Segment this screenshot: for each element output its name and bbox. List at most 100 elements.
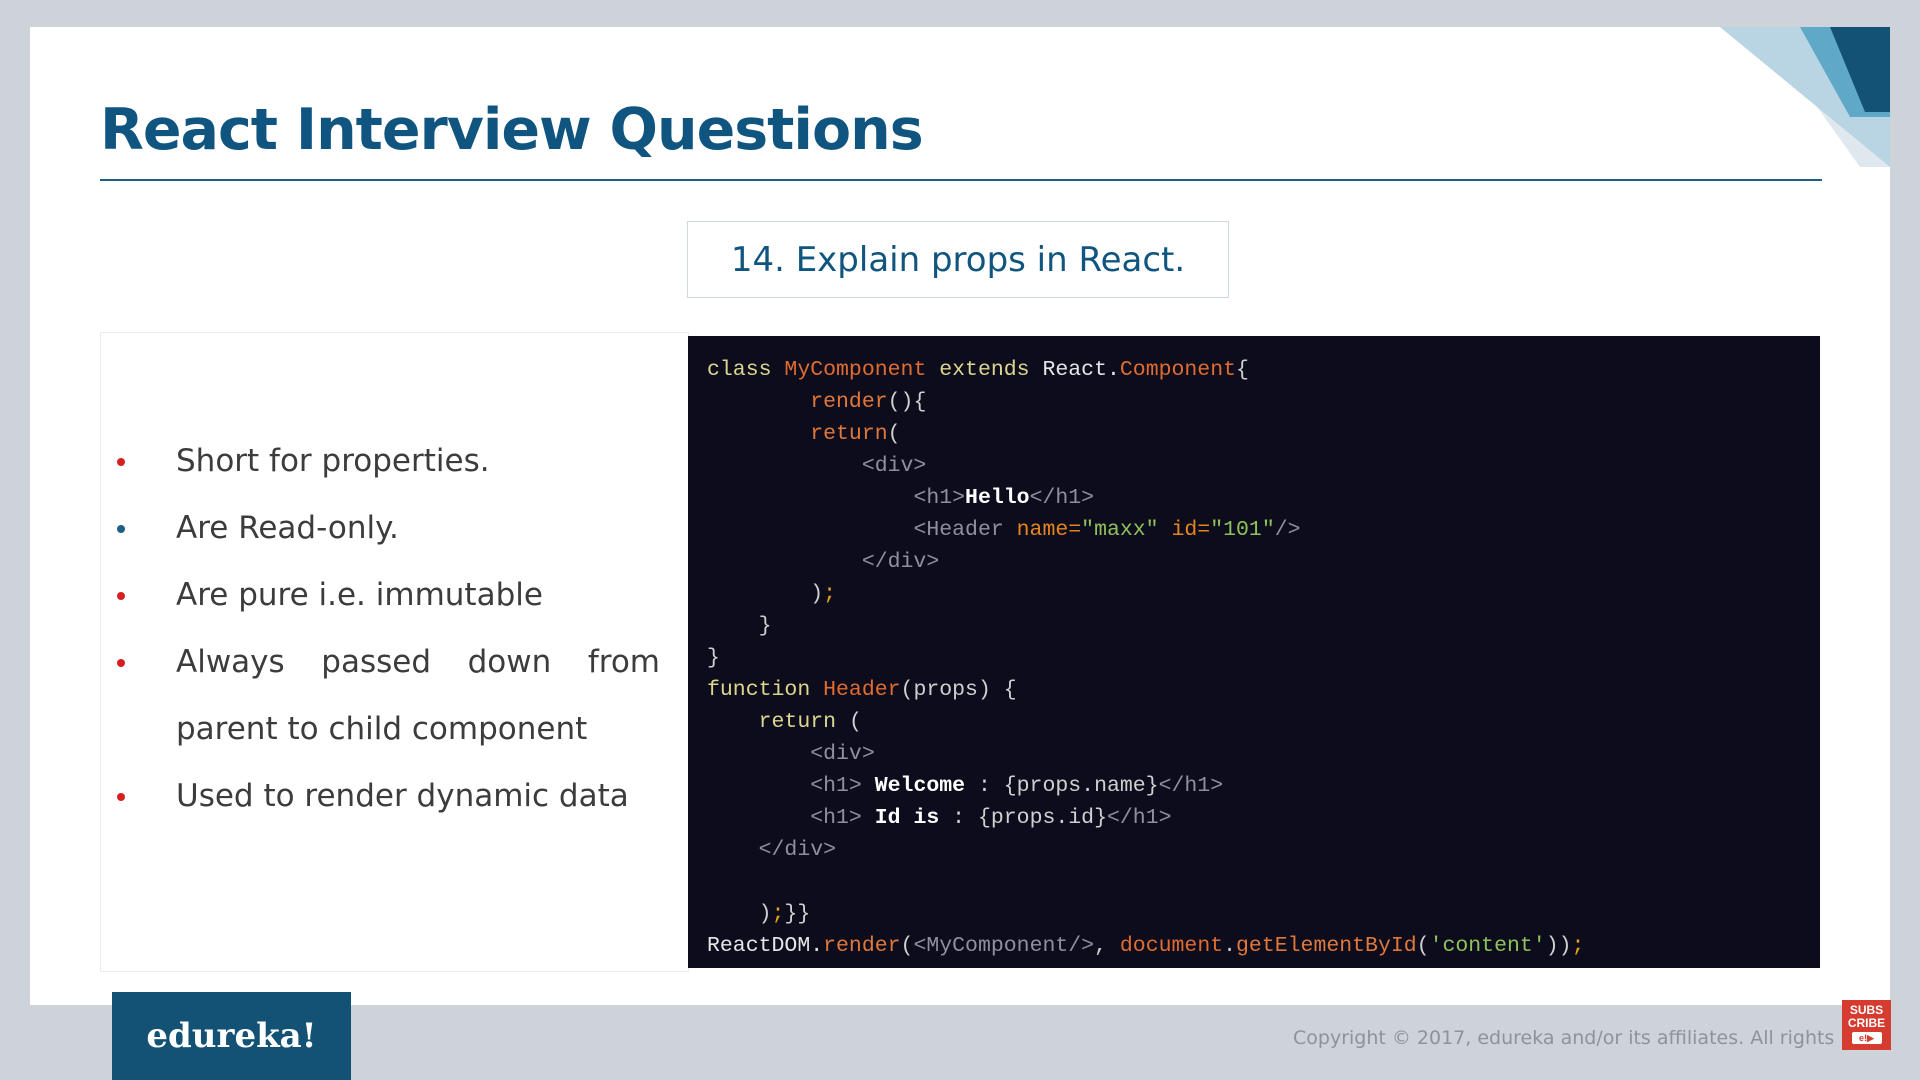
code-token: <h1>	[913, 486, 966, 510]
corner-decoration	[1720, 27, 1890, 167]
code-line: return(	[707, 418, 1820, 450]
code-token: (){	[887, 390, 927, 414]
bullet-dot-icon	[117, 458, 125, 466]
bullet-item: Are Read-only.	[101, 495, 688, 562]
code-token: class	[707, 358, 785, 382]
code-token: render	[823, 934, 901, 958]
bullet-item: Used to render dynamic data	[101, 763, 688, 830]
code-token: {	[1236, 358, 1249, 382]
code-token: Hello	[965, 486, 1030, 510]
code-token: }}	[784, 902, 811, 926]
code-token: render	[810, 390, 888, 414]
code-token: : {props.id}	[952, 806, 1107, 830]
code-token: "101"	[1210, 518, 1275, 542]
code-line: }	[707, 642, 1820, 674]
code-token: Header	[823, 678, 901, 702]
bullet-list: Short for properties. Are Read-only. Are p…	[101, 428, 688, 830]
code-token: id=	[1171, 518, 1211, 542]
code-line: <div>	[707, 450, 1820, 482]
bullet-text: Are pure i.e. immutable	[176, 577, 543, 613]
code-token: </div>	[861, 550, 940, 574]
code-token: </div>	[758, 838, 837, 862]
code-token: <MyComponent/>	[913, 934, 1095, 958]
code-token: }	[758, 614, 772, 638]
subscribe-label-bottom: CRIBE	[1847, 1016, 1886, 1030]
code-token: Id is	[874, 806, 953, 830]
code-token: function	[707, 678, 824, 702]
code-token: return	[758, 710, 849, 734]
code-token: <h1>	[810, 806, 875, 830]
code-token: ))	[1545, 934, 1572, 958]
code-line: <h1> Welcome : {props.name}</h1>	[707, 770, 1820, 802]
code-token: (	[1416, 934, 1430, 958]
title-divider	[100, 179, 1822, 181]
code-token: React.	[1042, 358, 1120, 382]
bullet-text: Used to render dynamic data	[176, 778, 629, 814]
bullet-item: Short for properties.	[101, 428, 688, 495]
code-token: }	[707, 646, 720, 670]
code-line: class MyComponent extends React.Componen…	[707, 354, 1820, 386]
code-line: );}}	[707, 898, 1820, 930]
code-token: getElementById	[1236, 934, 1417, 958]
code-line: <h1> Id is : {props.id}</h1>	[707, 802, 1820, 834]
code-token: </h1>	[1106, 806, 1172, 830]
code-token: 'content'	[1429, 934, 1546, 958]
code-token: (	[900, 934, 914, 958]
code-token: .	[1223, 934, 1237, 958]
code-token: ;	[771, 902, 785, 926]
code-block: class MyComponent extends React.Componen…	[688, 336, 1820, 968]
bullet-text: Are Read-only.	[176, 510, 399, 546]
bullet-panel: Short for properties. Are Read-only. Are p…	[100, 332, 689, 972]
code-line: <Header name="maxx" id="101"/>	[707, 514, 1820, 546]
code-line: render(){	[707, 386, 1820, 418]
play-icon: e!▶	[1851, 1032, 1882, 1044]
question-box: 14. Explain props in React.	[687, 221, 1229, 298]
subscribe-button[interactable]: SUBS CRIBE e!▶	[1842, 1000, 1891, 1050]
code-line: <h1>Hello</h1>	[707, 482, 1820, 514]
code-line: function Header(props) {	[707, 674, 1820, 706]
code-token: "maxx"	[1081, 518, 1172, 542]
code-token: document	[1119, 934, 1224, 958]
code-token: <div>	[861, 454, 927, 478]
slide-title: React Interview Questions	[100, 97, 924, 163]
code-token: : {props.name}	[977, 774, 1159, 798]
code-token: </h1>	[1029, 486, 1095, 510]
code-line: <div>	[707, 738, 1820, 770]
code-token: ,	[1094, 934, 1120, 958]
code-token: name=	[1016, 518, 1082, 542]
code-token: )	[758, 902, 772, 926]
bullet-dot-icon	[117, 525, 125, 533]
code-token: </h1>	[1158, 774, 1224, 798]
code-token: ;	[1571, 934, 1585, 958]
code-line: ReactDOM.render(<MyComponent/>, document…	[707, 930, 1820, 962]
code-token: />	[1274, 518, 1301, 542]
edureka-logo: edureka!	[112, 992, 351, 1080]
code-token: Component	[1119, 358, 1237, 382]
code-token: (	[848, 710, 862, 734]
bullet-dot-icon	[117, 793, 125, 801]
bullet-text: Always passed down from parent to child …	[176, 644, 660, 747]
bullet-text: Short for properties.	[176, 443, 490, 479]
copyright-text: Copyright © 2017, edureka and/or its aff…	[1293, 1027, 1845, 1049]
code-token: (props) {	[900, 678, 1017, 702]
code-line: }	[707, 610, 1820, 642]
code-line: return (	[707, 706, 1820, 738]
slide: React Interview Questions 14. Explain pr…	[30, 27, 1890, 1005]
bullet-item: Are pure i.e. immutable	[101, 562, 688, 629]
bullet-dot-icon	[117, 592, 125, 600]
bullet-dot-icon	[117, 659, 125, 667]
code-line: </div>	[707, 834, 1820, 866]
